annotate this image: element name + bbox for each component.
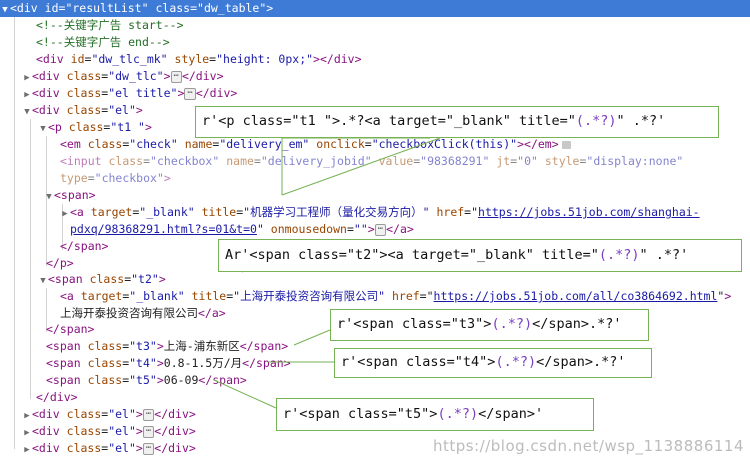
- leader-5: [213, 379, 277, 409]
- leader-1: [281, 137, 430, 195]
- regex-callout-date: r'<span class="t5"> (.*?) </span>': [276, 398, 594, 431]
- regex-callout-title: r'<p class="t1 ">.*?<a target="_blank" t…: [195, 106, 719, 138]
- callout-leaders: [213, 137, 441, 409]
- watermark: https://blog.csdn.net/wsp_1138886114: [433, 437, 744, 455]
- regex-callout-location: r'<span class="t3"> (.*?) </span>.*?': [330, 309, 649, 341]
- regex-callout-company: Ar'<span class="t2"><a target="_blank" t…: [218, 239, 742, 272]
- regex-callout-salary: r'<span class="t4"> (.*?) </span>.*?': [334, 348, 652, 378]
- leader-1-b: [281, 137, 441, 196]
- leader-3: [293, 329, 331, 346]
